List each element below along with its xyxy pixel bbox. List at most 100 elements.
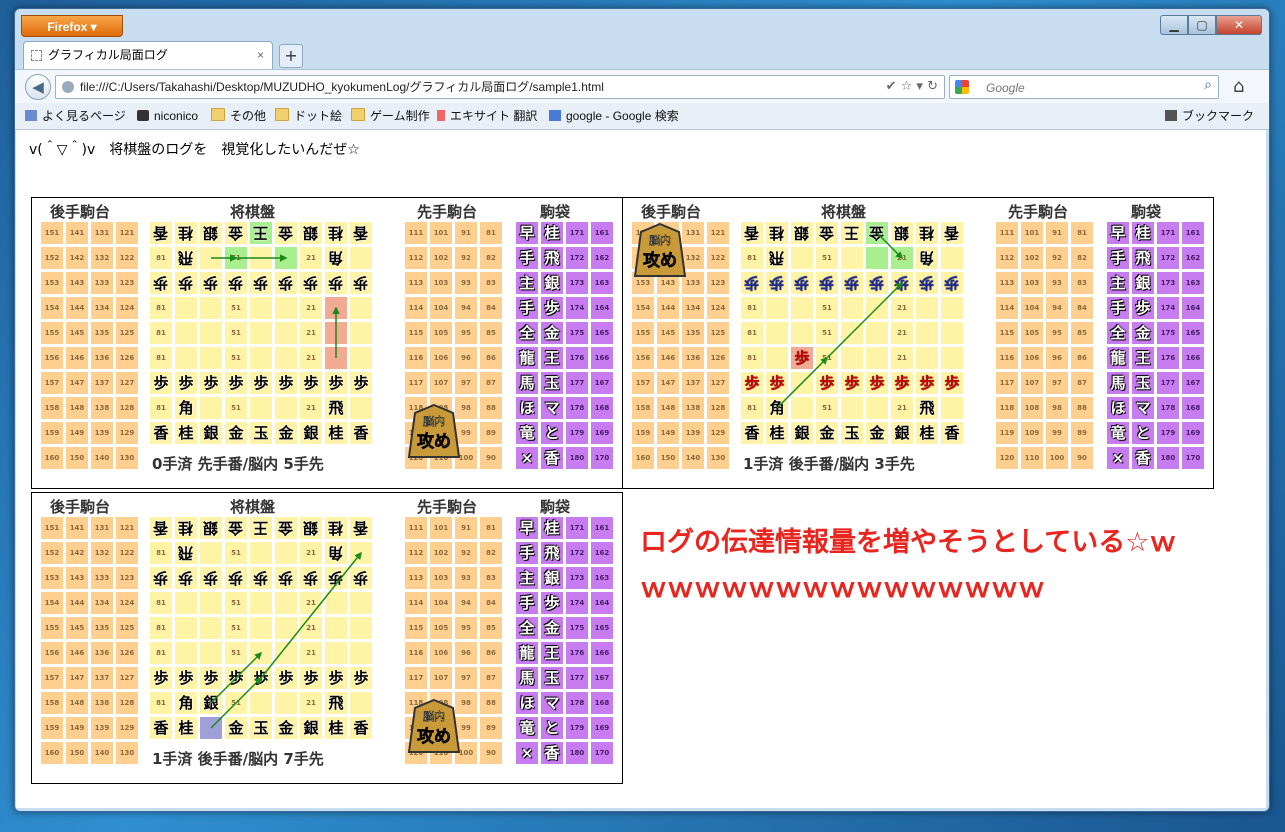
shogi-piece[interactable]: 歩 [353, 567, 368, 589]
board-square[interactable]: 金 [225, 422, 247, 444]
board-square[interactable] [275, 692, 297, 714]
shogi-piece[interactable]: 銀 [203, 694, 218, 712]
shogi-piece[interactable]: 香 [353, 424, 368, 442]
shogi-piece[interactable]: 桂 [769, 222, 784, 244]
board-square[interactable]: 歩 [225, 567, 247, 589]
board-square[interactable]: 81 [150, 322, 172, 344]
shogi-piece[interactable]: 歩 [203, 272, 218, 294]
board-square[interactable]: 歩 [300, 372, 322, 394]
board-square[interactable]: 角 [916, 247, 938, 269]
board-square[interactable]: 銀 [791, 422, 813, 444]
board-square[interactable]: 21 [891, 322, 913, 344]
shogi-piece[interactable]: 桂 [178, 517, 193, 539]
board-square[interactable]: 81 [741, 322, 763, 344]
board-square[interactable] [866, 247, 888, 269]
shogi-piece[interactable]: 香 [153, 222, 168, 244]
bookmark-other[interactable]: その他 [211, 103, 266, 129]
shogi-piece[interactable]: 歩 [228, 272, 243, 294]
shogi-piece[interactable]: 桂 [328, 517, 343, 539]
shogi-piece[interactable]: 飛 [769, 247, 784, 269]
board-square[interactable]: 歩 [250, 272, 272, 294]
shogi-piece[interactable]: 歩 [744, 272, 759, 294]
shogi-piece[interactable]: 歩 [894, 272, 909, 294]
board-square[interactable]: 81 [150, 692, 172, 714]
board-square[interactable]: 金 [225, 717, 247, 739]
shogi-piece[interactable]: 金 [819, 424, 834, 442]
shogi-piece[interactable]: 角 [769, 399, 784, 417]
board-square[interactable]: 歩 [350, 372, 372, 394]
home-icon[interactable]: ⌂ [1233, 76, 1244, 97]
board-square[interactable]: 桂 [175, 222, 197, 244]
board-square[interactable]: 歩 [150, 667, 172, 689]
board-square[interactable] [275, 542, 297, 564]
board-square[interactable] [250, 692, 272, 714]
shogi-piece[interactable]: 金 [228, 222, 243, 244]
board-square[interactable]: 81 [741, 347, 763, 369]
shogi-piece[interactable]: 歩 [178, 567, 193, 589]
board-square[interactable]: 飛 [325, 692, 347, 714]
board-square[interactable]: 歩 [841, 372, 863, 394]
bookmark-pixelart[interactable]: ドット絵 [275, 103, 342, 129]
board-square[interactable]: 歩 [225, 372, 247, 394]
board-square[interactable]: 21 [300, 642, 322, 664]
board-square[interactable]: 香 [350, 717, 372, 739]
shogi-piece[interactable]: 銀 [303, 719, 318, 737]
board-square[interactable]: 歩 [225, 667, 247, 689]
shogi-piece[interactable]: 角 [919, 247, 934, 269]
new-tab-button[interactable]: + [279, 44, 303, 68]
board-square[interactable] [766, 322, 788, 344]
board-square[interactable]: 歩 [916, 372, 938, 394]
shogi-piece[interactable]: 王 [253, 222, 268, 244]
board-square[interactable] [275, 322, 297, 344]
shogi-piece[interactable]: 香 [744, 424, 759, 442]
board-square[interactable]: 51 [225, 322, 247, 344]
board-square[interactable] [941, 247, 963, 269]
board-square[interactable]: 銀 [200, 422, 222, 444]
board-square[interactable]: 銀 [200, 517, 222, 539]
shogi-piece[interactable]: 歩 [303, 567, 318, 589]
shogi-piece[interactable]: 歩 [353, 374, 368, 392]
board-square[interactable] [350, 397, 372, 419]
board-square[interactable] [941, 397, 963, 419]
board-square[interactable]: 金 [866, 422, 888, 444]
url-text[interactable]: file:///C:/Users/Takahashi/Desktop/MUZUD… [80, 76, 604, 98]
shogi-piece[interactable]: 金 [869, 424, 884, 442]
board-square[interactable]: 歩 [250, 667, 272, 689]
board-square[interactable] [791, 372, 813, 394]
board-square[interactable]: 51 [816, 322, 838, 344]
close-button[interactable]: ✕ [1216, 15, 1262, 35]
board-square[interactable] [325, 347, 347, 369]
shogi-piece[interactable]: 金 [869, 222, 884, 244]
board-square[interactable]: 51 [225, 592, 247, 614]
board-square[interactable]: 歩 [741, 272, 763, 294]
board-square[interactable] [175, 297, 197, 319]
board-square[interactable]: 21 [300, 347, 322, 369]
minimize-button[interactable]: ▁ [1160, 15, 1188, 35]
board-square[interactable]: 51 [225, 542, 247, 564]
shogi-piece[interactable]: 銀 [303, 424, 318, 442]
board-square[interactable]: 21 [891, 397, 913, 419]
shogi-piece[interactable]: 玉 [844, 424, 859, 442]
firefox-menu-button[interactable]: Firefox ▾ [21, 15, 123, 37]
board-square[interactable] [941, 322, 963, 344]
board-square[interactable] [766, 297, 788, 319]
board-square[interactable]: 桂 [916, 222, 938, 244]
shogi-piece[interactable]: 銀 [894, 222, 909, 244]
board-square[interactable]: 歩 [325, 372, 347, 394]
shogi-piece[interactable]: 桂 [328, 222, 343, 244]
board-square[interactable] [175, 347, 197, 369]
shogi-piece[interactable]: 歩 [919, 374, 934, 392]
board-square[interactable] [325, 592, 347, 614]
shogi-piece[interactable]: 金 [228, 719, 243, 737]
url-bar[interactable]: file:///C:/Users/Takahashi/Desktop/MUZUD… [55, 75, 945, 99]
board-square[interactable] [350, 542, 372, 564]
board-square[interactable]: 21 [300, 322, 322, 344]
board-square[interactable] [250, 397, 272, 419]
shogi-piece[interactable]: 歩 [303, 374, 318, 392]
board-square[interactable]: 81 [150, 347, 172, 369]
shogi-piece[interactable]: 歩 [228, 567, 243, 589]
board-square[interactable]: 歩 [841, 272, 863, 294]
board-square[interactable] [866, 347, 888, 369]
shogi-piece[interactable]: 銀 [794, 222, 809, 244]
board-square[interactable]: 桂 [766, 222, 788, 244]
